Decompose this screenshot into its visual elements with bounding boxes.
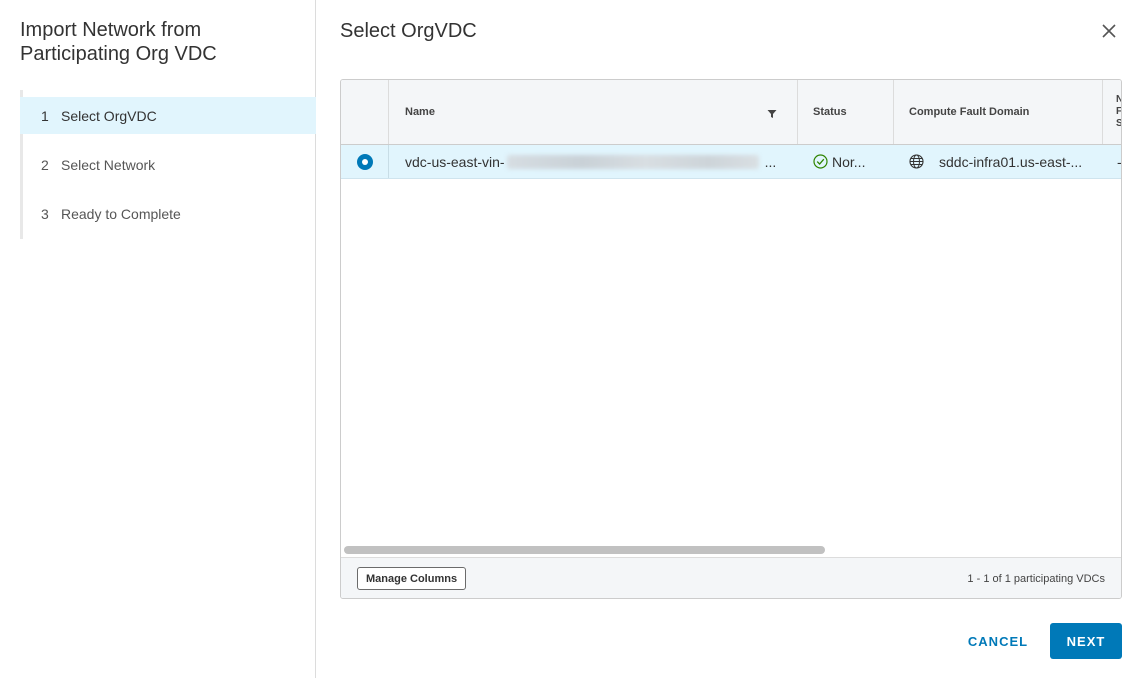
step-label: Select Network <box>61 156 156 173</box>
column-header-name[interactable]: Name <box>389 80 797 144</box>
scrollbar-thumb[interactable] <box>344 546 825 554</box>
fault-domain-text: sddc-infra01.us-east-... <box>939 153 1083 170</box>
cell-status: Nor... <box>813 145 885 178</box>
step-label: Ready to Complete <box>61 205 181 222</box>
close-icon <box>1102 24 1116 38</box>
row-select-radio[interactable] <box>356 153 373 170</box>
table-row[interactable]: vdc-us-east-vin- ... Nor... sddc-infra01… <box>341 145 1121 179</box>
page-title: Select OrgVDC <box>340 20 477 42</box>
horizontal-scrollbar[interactable] <box>341 543 1121 557</box>
step-ready-to-complete[interactable]: 3 Ready to Complete <box>23 195 316 232</box>
wizard-steps: 1 Select OrgVDC 2 Select Network 3 Ready… <box>20 90 316 239</box>
status-text: Nor... <box>832 153 866 170</box>
cell-truncated: - <box>1117 145 1121 178</box>
step-label: Select OrgVDC <box>61 107 157 124</box>
redacted-name <box>506 154 759 169</box>
column-label: Name <box>405 106 435 118</box>
cancel-button[interactable]: CANCEL <box>962 623 1034 659</box>
wizard-sidebar: Import Network from Participating Org VD… <box>0 0 316 678</box>
column-header-fault-domain[interactable]: Compute Fault Domain <box>893 80 1102 144</box>
pagination-text: 1 - 1 of 1 participating VDCs <box>967 572 1105 585</box>
globe-icon <box>909 154 924 169</box>
step-number: 1 <box>41 107 49 124</box>
step-number: 2 <box>41 156 49 173</box>
manage-columns-button[interactable]: Manage Columns <box>357 567 467 590</box>
step-select-network[interactable]: 2 Select Network <box>23 146 316 183</box>
check-circle-icon <box>813 154 828 169</box>
close-button[interactable] <box>1098 20 1120 42</box>
column-label: N F S <box>1116 94 1121 130</box>
next-button[interactable]: NEXT <box>1050 623 1122 659</box>
step-select-orgvdc[interactable]: 1 Select OrgVDC <box>20 97 316 134</box>
name-text: vdc-us-east-vin- <box>405 153 505 170</box>
column-label: Compute Fault Domain <box>909 106 1030 118</box>
grid-footer: Manage Columns 1 - 1 of 1 participating … <box>341 557 1121 598</box>
cell-fault-domain: sddc-infra01.us-east-... <box>909 145 1099 178</box>
wizard-title: Import Network from Participating Org VD… <box>20 19 217 65</box>
cell-name: vdc-us-east-vin- ... <box>405 145 777 178</box>
name-ellipsis: ... <box>764 153 777 170</box>
column-header-truncated[interactable]: N F S <box>1102 80 1121 144</box>
filter-icon[interactable] <box>767 109 777 119</box>
column-header-status[interactable]: Status <box>797 80 893 144</box>
orgvdc-datagrid: Name Status Compute Fault Domain N F S v… <box>340 79 1122 599</box>
grid-header: Name Status Compute Fault Domain N F S <box>341 80 1121 145</box>
column-label: Status <box>813 106 847 118</box>
step-number: 3 <box>41 205 49 222</box>
